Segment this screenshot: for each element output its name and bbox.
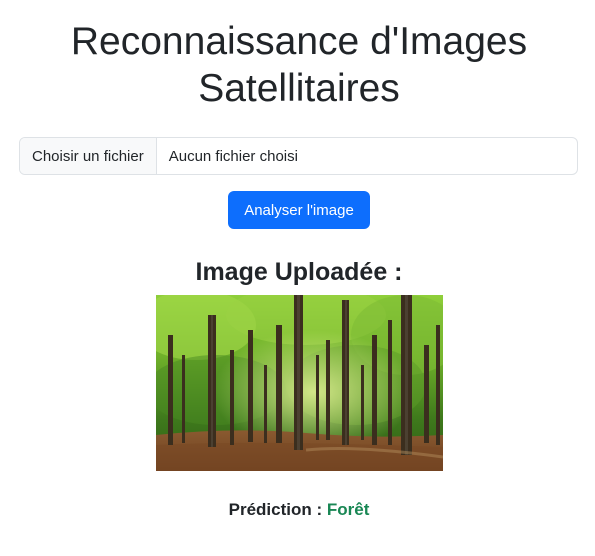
page-title-line1: Reconnaissance d'Images xyxy=(70,20,528,63)
uploaded-image-heading: Image Uploadée : xyxy=(195,258,403,286)
prediction-value: Forêt xyxy=(326,500,370,519)
page-title: Reconnaissance d'Images Satellitaires xyxy=(20,18,578,112)
file-input[interactable]: Choisir un fichier Aucun fichier choisi xyxy=(19,137,578,175)
page: Reconnaissance d'Images Satellitaires Ch… xyxy=(0,0,595,556)
analyze-image-button[interactable]: Analyser l'image xyxy=(228,191,370,229)
page-title-line2: Satellitaires xyxy=(198,67,400,110)
choose-file-button[interactable]: Choisir un fichier xyxy=(20,138,157,174)
prediction-result: Prédiction : Forêt xyxy=(20,498,578,522)
file-status-text: Aucun fichier choisi xyxy=(168,147,298,165)
uploaded-image xyxy=(156,295,443,471)
prediction-label: Prédiction : xyxy=(228,500,323,519)
